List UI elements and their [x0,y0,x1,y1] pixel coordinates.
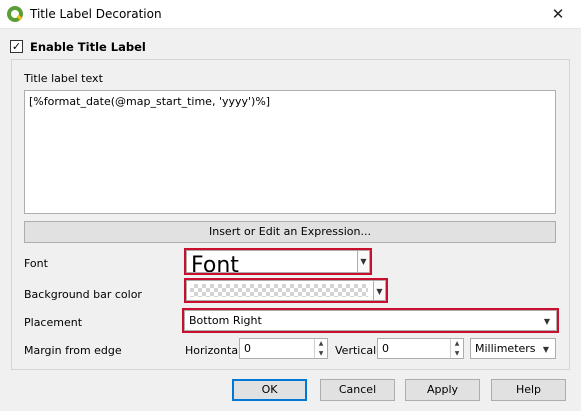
horizontal-label: Horizontal [185,344,242,357]
placement-highlight-box [182,308,559,333]
insert-expression-button[interactable]: Insert or Edit an Expression... [24,221,556,243]
vertical-spin-buttons[interactable]: ▲ ▼ [450,339,463,358]
horizontal-margin-spinbox[interactable]: 0 ▲ ▼ [239,338,328,359]
vertical-label: Vertical [335,344,377,357]
ok-button[interactable]: OK [232,379,307,401]
font-highlight-box [184,248,372,275]
margin-from-edge-label: Margin from edge [24,344,122,357]
window-title: Title Label Decoration [30,7,162,21]
margin-unit-value: Millimeters [475,342,536,355]
spin-up-icon[interactable]: ▲ [315,339,327,348]
horizontal-margin-value: 0 [244,342,251,355]
close-icon[interactable]: ✕ [535,0,581,29]
title-label-text-label: Title label text [24,72,103,85]
cancel-button[interactable]: Cancel [320,379,395,401]
qgis-logo-icon [7,6,23,22]
spin-down-icon[interactable]: ▼ [315,349,327,358]
apply-button[interactable]: Apply [405,379,480,401]
enable-title-label-checkbox[interactable]: ✓ [10,40,23,53]
title-label-text-input[interactable]: [%format_date(@map_start_time, 'yyyy')%] [24,90,556,214]
title-bar: Title Label Decoration ✕ [0,0,581,29]
vertical-margin-value: 0 [382,342,389,355]
vertical-margin-spinbox[interactable]: 0 ▲ ▼ [377,338,464,359]
spin-down-icon[interactable]: ▼ [451,349,463,358]
font-label: Font [24,257,48,270]
margin-unit-select[interactable]: Millimeters ▼ [470,338,556,359]
spin-up-icon[interactable]: ▲ [451,339,463,348]
horizontal-spin-buttons[interactable]: ▲ ▼ [314,339,327,358]
enable-title-label-label[interactable]: Enable Title Label [30,40,146,54]
color-highlight-box [184,278,388,303]
background-bar-color-label: Background bar color [24,288,142,301]
help-button[interactable]: Help [491,379,566,401]
chevron-down-icon: ▼ [542,345,549,354]
placement-label: Placement [24,316,83,329]
